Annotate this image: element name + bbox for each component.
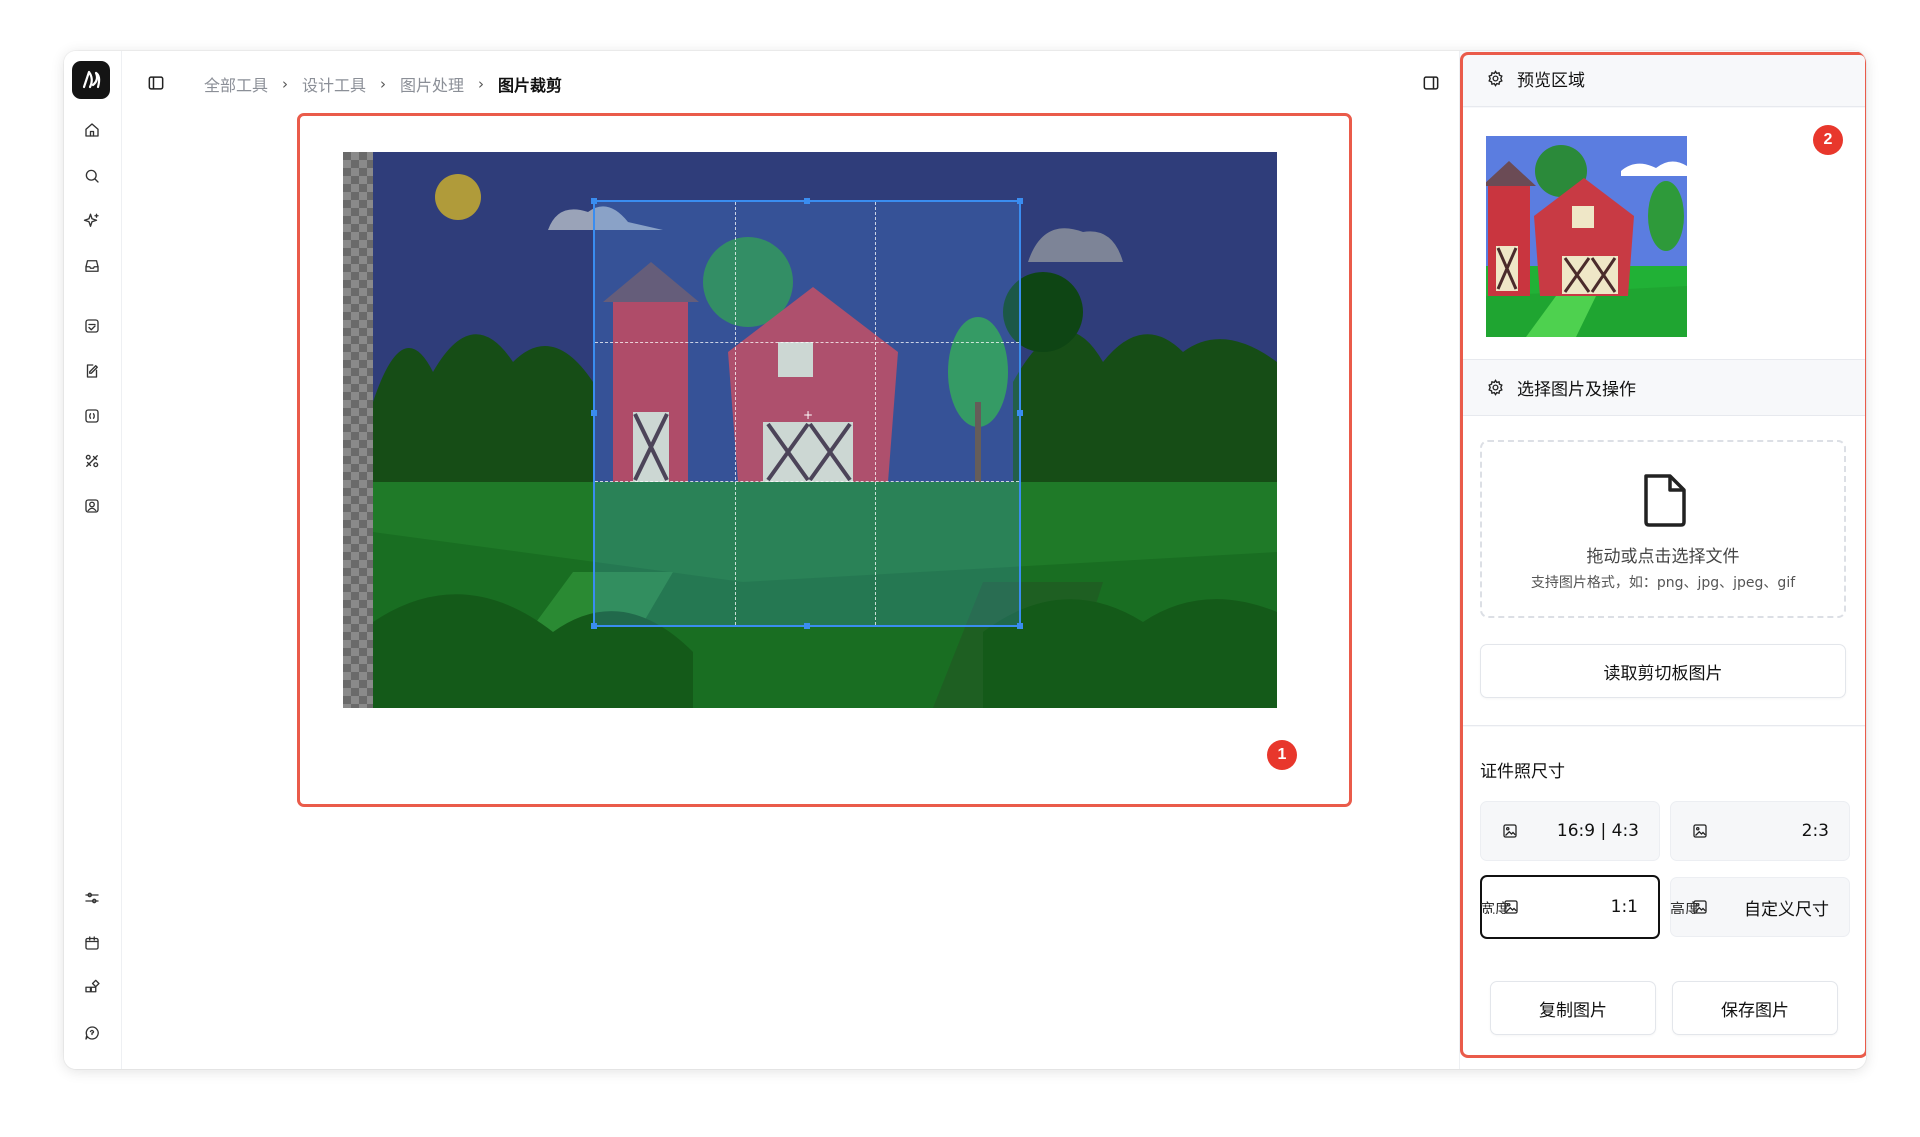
gear-icon <box>1488 379 1503 396</box>
breadcrumb-separator: › <box>282 75 289 93</box>
size-option-label: 16:9 | 4:3 <box>1556 821 1639 841</box>
size-option-label: 2:3 <box>1801 821 1829 841</box>
sliders-icon[interactable] <box>81 887 103 909</box>
crop-handle-bottom[interactable] <box>804 623 810 629</box>
crop-handle-bottom-right[interactable] <box>1017 623 1023 629</box>
bracket-icon[interactable] <box>81 405 103 427</box>
crop-handle-top-left[interactable] <box>591 198 597 204</box>
right-panel-toggle-icon[interactable] <box>1421 73 1443 95</box>
ops-area: 拖动或点击选择文件 支持图片格式，如：png、jpg、jpeg、gif 读取剪切… <box>1460 416 1866 726</box>
height-label: 高度 <box>1670 900 1701 914</box>
tools-icon[interactable] <box>81 450 103 472</box>
crop-handle-left[interactable] <box>591 410 597 416</box>
right-panel: 预览区域 2 选择图片及操作 拖动或点击选择文件 支持图片格式，如：png、jp… <box>1459 51 1866 1069</box>
size-option-16-9[interactable]: 16:9 | 4:3 <box>1480 801 1660 861</box>
logo-mark-icon <box>82 70 101 89</box>
help-icon[interactable] <box>81 1022 103 1044</box>
dropzone-title: 拖动或点击选择文件 <box>1586 547 1740 567</box>
editor-area: + 1 <box>297 113 1352 807</box>
sidebar <box>64 51 122 1069</box>
annotation-badge-1: 1 <box>1267 740 1297 770</box>
copy-image-button[interactable]: 复制图片 <box>1490 981 1656 1035</box>
calendar-icon[interactable] <box>81 932 103 954</box>
crop-handle-right[interactable] <box>1017 410 1023 416</box>
annotation-badge-2: 2 <box>1813 125 1843 155</box>
crop-center-marker: + <box>803 408 814 422</box>
widgets-icon[interactable] <box>81 977 103 999</box>
image-canvas[interactable]: + <box>343 152 1277 708</box>
breadcrumb-image-processing[interactable]: 图片处理 <box>400 72 464 96</box>
ops-title: 选择图片及操作 <box>1517 380 1636 400</box>
read-clipboard-button[interactable]: 读取剪切板图片 <box>1480 644 1846 698</box>
preview-title: 预览区域 <box>1517 71 1585 91</box>
breadcrumb-all-tools[interactable]: 全部工具 <box>204 72 268 96</box>
breadcrumb-current-page: 图片裁剪 <box>498 76 563 95</box>
save-image-button[interactable]: 保存图片 <box>1672 981 1838 1035</box>
crop-handle-bottom-left[interactable] <box>591 623 597 629</box>
image-tool-icon[interactable] <box>81 315 103 337</box>
crop-handle-top-right[interactable] <box>1017 198 1023 204</box>
breadcrumb-design-tools[interactable]: 设计工具 <box>302 72 366 96</box>
breadcrumb: 全部工具 › 设计工具 › 图片处理 › 图片裁剪 <box>204 73 562 95</box>
left-sidebar-toggle-icon[interactable] <box>146 73 168 95</box>
size-area: 证件照尺寸 16:9 | 4:3 2:3 1:1 自定义尺寸 宽度 高度 复制图… <box>1460 727 1866 1069</box>
preview-header: 预览区域 <box>1460 51 1866 107</box>
crop-selection-box[interactable]: + <box>591 198 1023 629</box>
ops-header: 选择图片及操作 <box>1460 360 1866 416</box>
breadcrumb-separator: › <box>380 75 387 93</box>
inbox-icon[interactable] <box>81 255 103 277</box>
cropped-preview-image <box>1486 136 1687 337</box>
size-option-2-3[interactable]: 2:3 <box>1670 801 1850 861</box>
size-option-label: 自定义尺寸 <box>1744 899 1829 920</box>
preview-area: 2 <box>1460 108 1866 360</box>
search-icon[interactable] <box>81 165 103 187</box>
app-logo[interactable] <box>72 61 110 99</box>
edit-icon[interactable] <box>81 360 103 382</box>
image-icon <box>1503 824 1517 838</box>
gear-icon <box>1488 70 1503 87</box>
size-title: 证件照尺寸 <box>1480 762 1565 782</box>
file-dropzone[interactable]: 拖动或点击选择文件 支持图片格式，如：png、jpg、jpeg、gif <box>1480 440 1846 618</box>
size-option-label: 1:1 <box>1610 897 1638 917</box>
sparkle-icon[interactable] <box>81 210 103 232</box>
width-label: 宽度 <box>1480 900 1511 914</box>
crop-handle-top[interactable] <box>804 198 810 204</box>
portrait-icon[interactable] <box>81 495 103 517</box>
breadcrumb-separator: › <box>478 75 485 93</box>
dropzone-hint: 支持图片格式，如：png、jpg、jpeg、gif <box>1530 575 1796 591</box>
app-window: 全部工具 › 设计工具 › 图片处理 › 图片裁剪 + 1 预览区域 2 选择图… <box>64 51 1866 1069</box>
file-icon <box>1644 474 1686 527</box>
home-icon[interactable] <box>81 119 103 141</box>
image-icon <box>1693 824 1707 838</box>
